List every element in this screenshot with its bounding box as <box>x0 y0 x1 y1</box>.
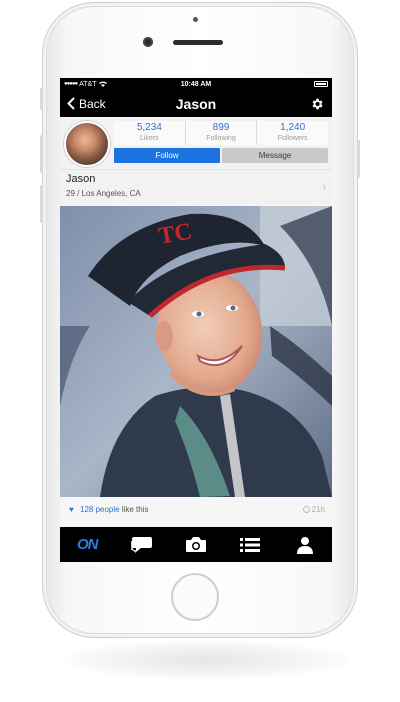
post-time: 21h <box>302 505 325 514</box>
page-title: Jason <box>175 95 217 112</box>
back-chevron-icon <box>67 97 75 110</box>
stat-label: Following <box>206 135 236 142</box>
stat-label: Followers <box>277 135 308 142</box>
profile-age-location: 29 / Los Angeles, CA <box>66 189 141 198</box>
tab-bar: ON <box>60 527 332 562</box>
message-button[interactable]: Message <box>222 148 328 163</box>
person-icon <box>296 536 313 554</box>
stat-followers[interactable]: 1,240 Followers <box>256 121 329 145</box>
avatar[interactable] <box>64 121 110 167</box>
settings-button[interactable] <box>262 97 332 111</box>
likes-text: 128 people like this <box>80 505 149 514</box>
list-icon <box>240 537 261 552</box>
stat-label: Likers <box>139 135 159 142</box>
tab-messages[interactable] <box>114 527 168 562</box>
profile-stats: 5,234 Likers 899 Following 1,240 Followe… <box>114 121 329 145</box>
signal-icon: ●●●●● <box>64 81 78 87</box>
volume-down-button[interactable] <box>40 185 43 223</box>
mute-switch[interactable] <box>40 88 43 110</box>
profile-header: 5,234 Likers 899 Following 1,240 Followe… <box>60 117 332 205</box>
camera-icon <box>186 537 207 552</box>
stat-following[interactable]: 899 Following <box>184 121 257 145</box>
back-button[interactable]: Back <box>60 97 130 111</box>
gear-icon <box>312 98 323 109</box>
navigation-bar: Back Jason <box>60 90 332 117</box>
home-button[interactable] <box>171 573 219 621</box>
power-button[interactable] <box>357 140 360 178</box>
volume-up-button[interactable] <box>40 135 43 173</box>
stat-value: 5,234 <box>136 122 162 133</box>
stat-likers[interactable]: 5,234 Likers <box>114 121 185 145</box>
app-screen: ●●●●● AT&T 10:48 AM Back Jason 5,234 Lik… <box>60 78 332 562</box>
profile-details-row[interactable]: Jason 29 / Los Angeles, CA › <box>60 169 332 205</box>
clock-icon <box>302 506 310 513</box>
earpiece-speaker <box>173 40 223 45</box>
wifi-icon <box>98 81 107 87</box>
stat-value: 899 <box>212 122 230 133</box>
time-ago-label: 21h <box>311 505 325 514</box>
stat-value: 1,240 <box>280 122 306 133</box>
chat-icon <box>130 536 152 553</box>
on-logo-icon: ON <box>76 536 98 553</box>
front-camera <box>143 37 153 47</box>
carrier-label: AT&T <box>79 80 97 88</box>
back-label: Back <box>79 96 106 111</box>
status-bar: ●●●●● AT&T 10:48 AM <box>60 78 332 90</box>
post-likes-row: ♥ 128 people like this 21h <box>60 497 332 527</box>
likers-link[interactable]: 128 people <box>80 505 120 514</box>
selfie-image: TC <box>60 206 332 497</box>
chevron-right-icon: › <box>322 182 326 193</box>
heart-icon[interactable]: ♥ <box>69 505 74 514</box>
post-photo[interactable]: TC <box>60 206 332 497</box>
phone-shadow <box>60 640 350 680</box>
tab-list[interactable] <box>223 527 277 562</box>
tab-camera[interactable] <box>169 527 223 562</box>
follow-button[interactable]: Follow <box>114 148 220 163</box>
tab-home[interactable]: ON <box>60 527 114 562</box>
likes-suffix: like this <box>119 505 149 514</box>
proximity-sensor <box>193 17 198 22</box>
status-time: 10:48 AM <box>180 80 212 88</box>
battery-icon <box>314 81 328 87</box>
profile-name: Jason <box>66 173 96 185</box>
tab-profile[interactable] <box>278 527 332 562</box>
profile-actions: Follow Message <box>114 148 328 163</box>
